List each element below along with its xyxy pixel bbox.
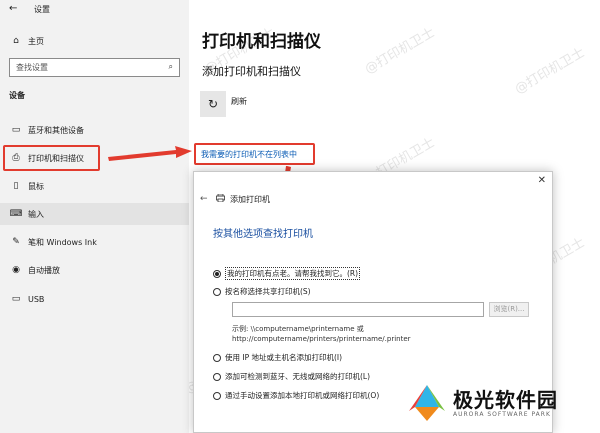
- sidebar-item-label: 主页: [28, 36, 44, 46]
- radio-button[interactable]: [213, 372, 221, 381]
- radio-button[interactable]: [213, 353, 221, 362]
- radio-button[interactable]: [213, 287, 221, 296]
- browse-button[interactable]: 浏览(R)...: [489, 302, 529, 317]
- search-placeholder: 查找设置: [16, 63, 48, 72]
- sidebar: ← 设置 ⌂ 主页 查找设置 ⌕ 设备 ▭ 蓝牙和其他设备 ⎙ 打印机和扫描仪 …: [0, 0, 189, 433]
- sidebar-item-label: 输入: [28, 209, 44, 219]
- option-label: 通过手动设置添加本地打印机或网络打印机(O): [225, 391, 380, 400]
- sidebar-item-autoplay[interactable]: ◉ 自动播放: [0, 259, 189, 281]
- sidebar-item-label: 自动播放: [28, 265, 60, 275]
- close-icon[interactable]: ✕: [538, 175, 546, 186]
- section-subtitle: 添加打印机和扫描仪: [202, 65, 301, 78]
- dialog-title: 按其他选项查找打印机: [213, 229, 313, 240]
- shared-printer-input[interactable]: [232, 302, 484, 317]
- watermark: @打印机卫士: [512, 45, 588, 98]
- brand-name: 极光软件园: [453, 387, 558, 412]
- refresh-button[interactable]: ↻: [200, 91, 226, 117]
- sidebar-item-usb[interactable]: ▭ USB: [0, 288, 189, 310]
- brand-logo: 极光软件园 AURORA SOFTWARE PARK: [405, 381, 558, 425]
- page-title: 打印机和扫描仪: [202, 32, 321, 52]
- pen-icon: ✎: [12, 237, 20, 247]
- mouse-icon: ▯: [13, 181, 19, 191]
- search-input[interactable]: 查找设置 ⌕: [9, 58, 180, 77]
- option-label: 我的打印机有点老。请帮我找到它。(R): [225, 267, 361, 280]
- refresh-icon: ↻: [207, 97, 219, 111]
- option-label: 按名称选择共享打印机(S): [225, 287, 311, 296]
- window-title: 设置: [34, 5, 50, 14]
- option-wireless[interactable]: 添加可检测到蓝牙、无线或网络的打印机(L): [213, 371, 370, 382]
- watermark: @打印机卫士: [362, 25, 438, 78]
- home-icon: ⌂: [13, 36, 19, 46]
- dialog-header: 添加打印机: [230, 195, 270, 204]
- bluetooth-devices-icon: ▭: [11, 125, 21, 135]
- example-line: http://computername/printers/printername…: [232, 335, 411, 343]
- refresh-label: 刷新: [231, 97, 247, 106]
- printer-not-listed-link[interactable]: 我需要的打印机不在列表中: [194, 143, 315, 165]
- printer-icon: [216, 194, 225, 202]
- sidebar-item-home[interactable]: ⌂ 主页: [0, 30, 189, 52]
- keyboard-icon: ⌨: [9, 209, 23, 219]
- sidebar-item-label: 笔和 Windows Ink: [28, 237, 97, 247]
- back-arrow-icon[interactable]: ←: [200, 194, 208, 204]
- example-text: 示例: \\computername\printername 或 http://…: [232, 324, 411, 344]
- section-heading: 设备: [9, 91, 25, 100]
- option-label: 添加可检测到蓝牙、无线或网络的打印机(L): [225, 372, 371, 381]
- brand-logo-icon: [409, 385, 445, 421]
- back-arrow-icon[interactable]: ←: [9, 3, 17, 14]
- sidebar-item-label: 蓝牙和其他设备: [28, 125, 84, 135]
- autoplay-icon: ◉: [12, 265, 20, 275]
- sidebar-item-typing[interactable]: ⌨ 输入: [0, 203, 189, 225]
- example-line: 示例: \\computername\printername 或: [232, 325, 364, 333]
- sidebar-item-mouse[interactable]: ▯ 鼠标: [0, 175, 189, 197]
- highlight-box: [3, 145, 100, 171]
- usb-icon: ▭: [11, 294, 21, 304]
- brand-subtitle: AURORA SOFTWARE PARK: [453, 410, 551, 418]
- search-icon: ⌕: [168, 62, 173, 71]
- radio-button[interactable]: [213, 391, 221, 400]
- option-manual[interactable]: 通过手动设置添加本地打印机或网络打印机(O): [213, 390, 379, 401]
- sidebar-item-bluetooth[interactable]: ▭ 蓝牙和其他设备: [0, 119, 189, 141]
- option-shared-printer[interactable]: 按名称选择共享打印机(S): [213, 286, 311, 297]
- option-label: 使用 IP 地址或主机名添加打印机(I): [225, 353, 343, 362]
- sidebar-item-label: 鼠标: [28, 181, 44, 191]
- radio-button[interactable]: [213, 269, 221, 278]
- sidebar-item-label: USB: [28, 294, 45, 304]
- sidebar-item-pen[interactable]: ✎ 笔和 Windows Ink: [0, 231, 189, 253]
- annotation-arrow-icon: [108, 146, 192, 161]
- option-ip-address[interactable]: 使用 IP 地址或主机名添加打印机(I): [213, 352, 342, 363]
- option-old-printer[interactable]: 我的打印机有点老。请帮我找到它。(R): [213, 267, 361, 280]
